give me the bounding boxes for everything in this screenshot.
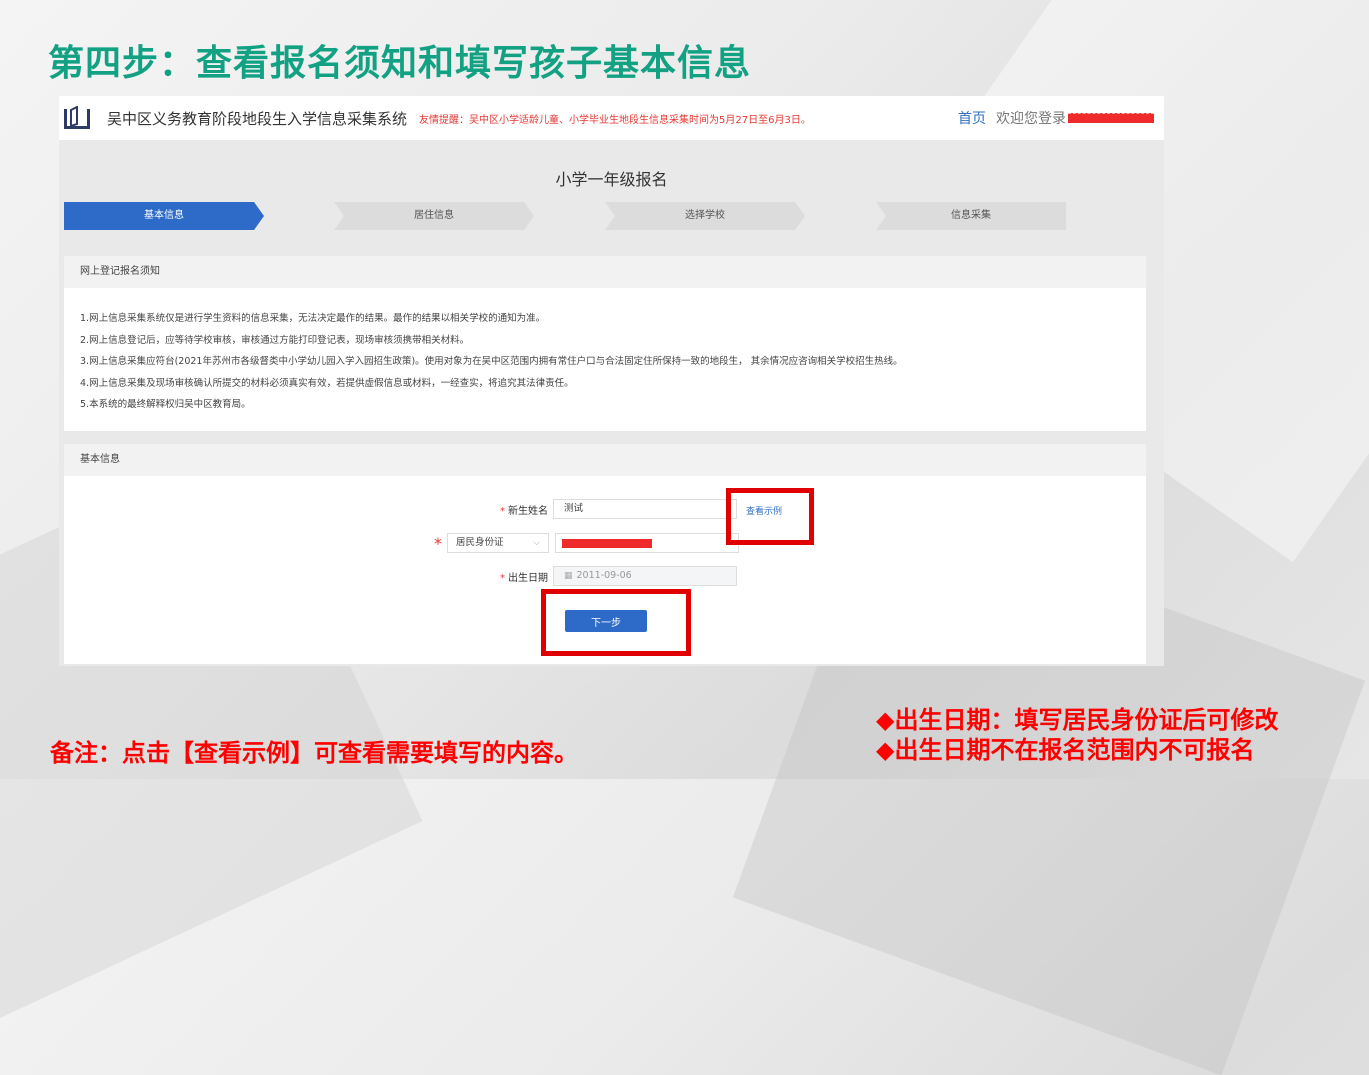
id-number-input[interactable] [555, 533, 739, 553]
step-residence-info[interactable]: 居住信息 [334, 202, 534, 230]
notice-text: 友情提醒：吴中区小学适龄儿童、小学毕业生地段生信息采集时间为5月27日至6月3日… [419, 114, 811, 126]
notice-item: 3.网上信息采集应符台(2021年苏州市各级督类中小学幼儿园入学入园招生政策)。… [80, 356, 903, 367]
notice-item: 2.网上信息登记后，应等待学校审核，审核通过方能打印登记表，现场审核须携带相关材… [80, 334, 470, 346]
home-link[interactable]: 首页 [958, 108, 986, 128]
chevron-down-icon: ⌵ [533, 538, 540, 548]
student-name-input[interactable]: 测试 [553, 499, 737, 519]
step-basic-info[interactable]: 基本信息 [64, 202, 264, 230]
step-info-collection[interactable]: 信息采集 [876, 202, 1066, 230]
birth-range-warning: ◆出生日期不在报名范围内不可报名 [876, 736, 1255, 764]
birth-date-input[interactable]: ▦ 2011-09-06 [553, 566, 737, 586]
app-screenshot: 吴中区义务教育阶段地段生入学信息采集系统 友情提醒：吴中区小学适龄儿童、小学毕业… [59, 96, 1164, 666]
notice-card: 网上登记报名须知 1.网上信息采集系统仅是进行学生资料的信息采集，无法决定最作的… [64, 256, 1146, 431]
redacted-id-number [562, 539, 652, 548]
page-heading: 小学一年级报名 [555, 170, 668, 189]
id-type-select[interactable]: 居民身份证 ⌵ [447, 533, 549, 553]
step-choose-school[interactable]: 选择学校 [605, 202, 805, 230]
step-progress: 基本信息 居住信息 选择学校 信息采集 [64, 202, 1066, 230]
notice-item: 4.网上信息采集及现场审核确认所提交的材料必须真实有效，若提供虚假信息或材料，一… [80, 377, 574, 389]
welcome-text: 欢迎您登录 [996, 111, 1066, 127]
logo-icon [64, 106, 90, 129]
notice-item: 5.本系统的最终解释权归吴中区教育局。 [80, 399, 251, 410]
name-label: * 新生姓名 [500, 505, 548, 517]
notice-card-title: 网上登记报名须知 [64, 256, 1146, 288]
remark-text: 备注：点击【查看示例】可查看需要填写的内容。 [50, 739, 578, 767]
birth-label: * 出生日期 [500, 572, 548, 584]
top-navbar: 吴中区义务教育阶段地段生入学信息采集系统 友情提醒：吴中区小学适龄儿童、小学毕业… [59, 96, 1164, 140]
redacted-username [1068, 113, 1154, 123]
required-mark: * [434, 533, 442, 553]
system-name: 吴中区义务教育阶段地段生入学信息采集系统 [107, 109, 408, 128]
basic-info-card-title: 基本信息 [64, 444, 1146, 476]
highlight-next-button [541, 589, 691, 656]
notice-item: 1.网上信息采集系统仅是进行学生资料的信息采集，无法决定最作的结果。最作的结果以… [80, 313, 546, 324]
slide-title: 第四步：查看报名须知和填写孩子基本信息 [48, 43, 752, 84]
calendar-icon: ▦ [564, 571, 573, 581]
highlight-view-example [726, 488, 814, 545]
